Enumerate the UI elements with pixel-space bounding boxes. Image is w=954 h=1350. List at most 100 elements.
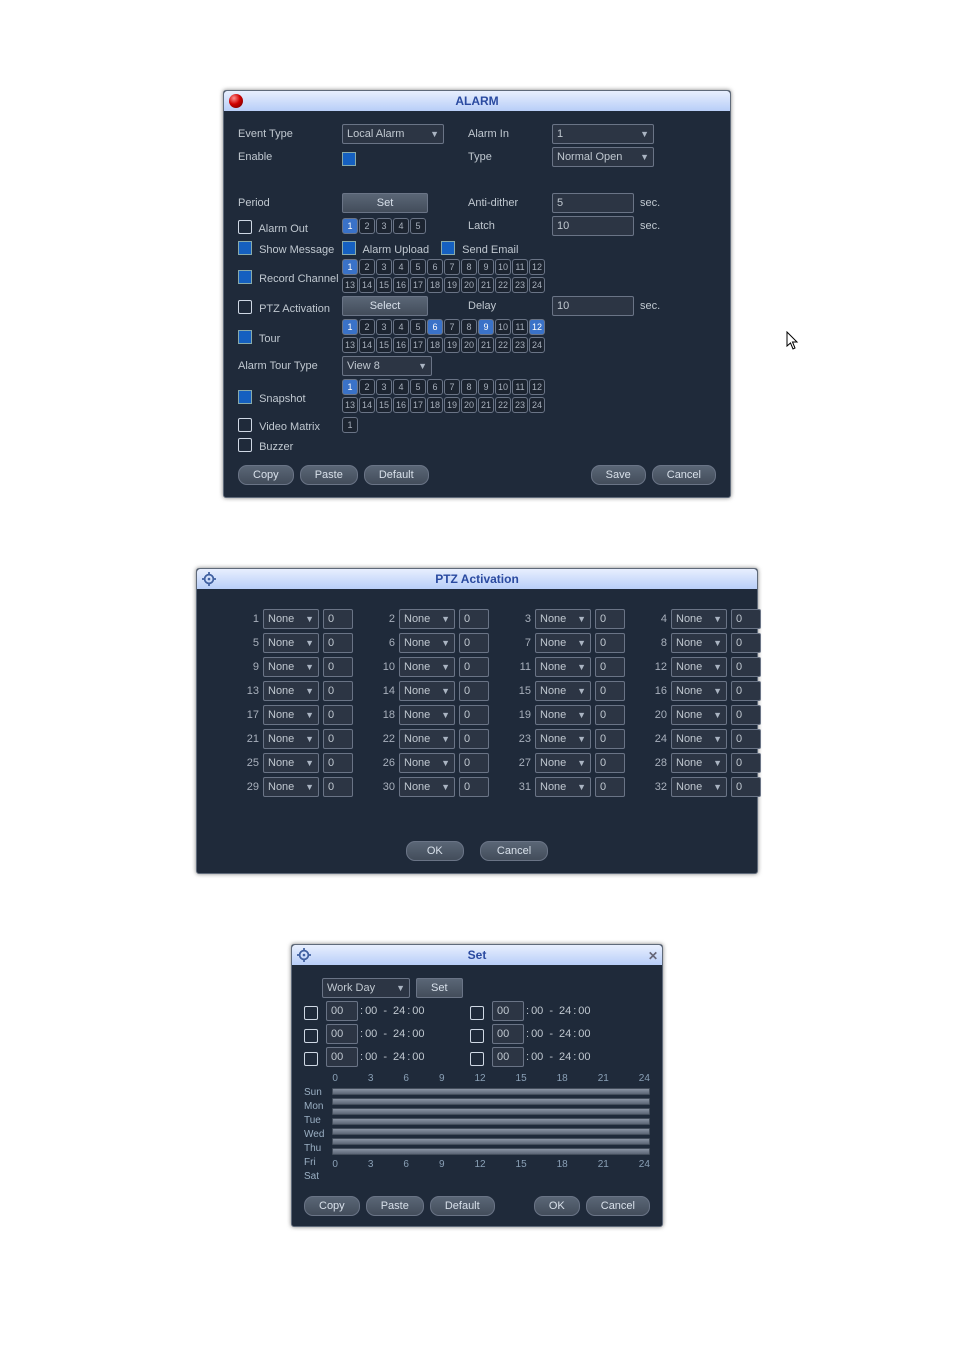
channel-21[interactable]: 21: [478, 277, 494, 293]
ptz-mode-select[interactable]: None▼: [263, 681, 319, 701]
ptz-value-input[interactable]: 0: [731, 609, 761, 629]
channel-11[interactable]: 11: [512, 259, 528, 275]
channel-5[interactable]: 5: [410, 218, 426, 234]
ok-button[interactable]: OK: [534, 1196, 580, 1216]
delay-input[interactable]: 10: [552, 296, 634, 316]
time-m2[interactable]: 00: [578, 1051, 590, 1063]
time-m2[interactable]: 00: [578, 1028, 590, 1040]
ok-button[interactable]: OK: [406, 841, 464, 861]
channel-16[interactable]: 16: [393, 277, 409, 293]
channel-9[interactable]: 9: [478, 259, 494, 275]
time-m2[interactable]: 00: [412, 1051, 424, 1063]
show-message-check[interactable]: [238, 241, 252, 255]
channel-4[interactable]: 4: [393, 319, 409, 335]
channel-15[interactable]: 15: [376, 277, 392, 293]
ptz-mode-select[interactable]: None▼: [671, 609, 727, 629]
ptz-value-input[interactable]: 0: [731, 657, 761, 677]
channel-11[interactable]: 11: [512, 319, 528, 335]
channel-13[interactable]: 13: [342, 277, 358, 293]
channel-9[interactable]: 9: [478, 379, 494, 395]
channel-9[interactable]: 9: [478, 319, 494, 335]
channel-7[interactable]: 7: [444, 259, 460, 275]
channel-24[interactable]: 24: [529, 397, 545, 413]
channel-12[interactable]: 12: [529, 379, 545, 395]
ptz-mode-select[interactable]: None▼: [671, 705, 727, 725]
channel-14[interactable]: 14: [359, 277, 375, 293]
ptz-mode-select[interactable]: None▼: [399, 681, 455, 701]
ptz-value-input[interactable]: 0: [459, 681, 489, 701]
ptz-mode-select[interactable]: None▼: [535, 633, 591, 653]
ptz-value-input[interactable]: 0: [731, 753, 761, 773]
channel-22[interactable]: 22: [495, 337, 511, 353]
channel-2[interactable]: 2: [359, 379, 375, 395]
ptz-mode-select[interactable]: None▼: [399, 609, 455, 629]
period-check[interactable]: [304, 1052, 318, 1066]
ptz-mode-select[interactable]: None▼: [263, 729, 319, 749]
ptz-mode-select[interactable]: None▼: [535, 681, 591, 701]
latch-input[interactable]: 10: [552, 216, 634, 236]
schedule-bar[interactable]: [332, 1098, 650, 1105]
time-h2[interactable]: 24: [559, 1005, 571, 1017]
time-h2[interactable]: 24: [393, 1051, 405, 1063]
ptz-mode-select[interactable]: None▼: [263, 705, 319, 725]
time-m2[interactable]: 00: [412, 1028, 424, 1040]
time-h2[interactable]: 24: [393, 1005, 405, 1017]
channel-17[interactable]: 17: [410, 277, 426, 293]
channel-6[interactable]: 6: [427, 319, 443, 335]
ptz-value-input[interactable]: 0: [459, 609, 489, 629]
channel-20[interactable]: 20: [461, 397, 477, 413]
channel-6[interactable]: 6: [427, 379, 443, 395]
enable-check[interactable]: [342, 152, 356, 166]
ptz-mode-select[interactable]: None▼: [671, 777, 727, 797]
ptz-mode-select[interactable]: None▼: [535, 609, 591, 629]
ptz-mode-select[interactable]: None▼: [671, 729, 727, 749]
schedule-bar[interactable]: [332, 1108, 650, 1115]
ptz-value-input[interactable]: 0: [459, 657, 489, 677]
channel-11[interactable]: 11: [512, 379, 528, 395]
ptz-mode-select[interactable]: None▼: [263, 633, 319, 653]
channel-10[interactable]: 10: [495, 319, 511, 335]
time-h[interactable]: 00: [326, 1001, 358, 1021]
channel-18[interactable]: 18: [427, 337, 443, 353]
channel-4[interactable]: 4: [393, 379, 409, 395]
channel-2[interactable]: 2: [359, 218, 375, 234]
period-check[interactable]: [304, 1006, 318, 1020]
time-h2[interactable]: 24: [559, 1028, 571, 1040]
period-check[interactable]: [304, 1029, 318, 1043]
ptz-value-input[interactable]: 0: [459, 705, 489, 725]
channel-10[interactable]: 10: [495, 259, 511, 275]
channel-24[interactable]: 24: [529, 337, 545, 353]
paste-button[interactable]: Paste: [300, 465, 358, 485]
snapshot-check[interactable]: [238, 390, 252, 404]
time-h[interactable]: 00: [492, 1024, 524, 1044]
time-m2[interactable]: 00: [578, 1005, 590, 1017]
channel-3[interactable]: 3: [376, 319, 392, 335]
time-h[interactable]: 00: [492, 1001, 524, 1021]
ptz-mode-select[interactable]: None▼: [535, 729, 591, 749]
time-h2[interactable]: 24: [559, 1051, 571, 1063]
channel-19[interactable]: 19: [444, 337, 460, 353]
ptz-mode-select[interactable]: None▼: [671, 633, 727, 653]
record-channels[interactable]: 123456789101112131415161718192021222324: [342, 259, 582, 293]
channel-14[interactable]: 14: [359, 337, 375, 353]
ptz-value-input[interactable]: 0: [323, 753, 353, 773]
day-select[interactable]: Work Day ▼: [322, 978, 410, 998]
ptz-value-input[interactable]: 0: [459, 777, 489, 797]
period-check[interactable]: [470, 1029, 484, 1043]
cancel-button[interactable]: Cancel: [652, 465, 716, 485]
ptz-value-input[interactable]: 0: [595, 777, 625, 797]
channel-5[interactable]: 5: [410, 319, 426, 335]
channel-2[interactable]: 2: [359, 259, 375, 275]
ptz-mode-select[interactable]: None▼: [263, 777, 319, 797]
channel-13[interactable]: 13: [342, 397, 358, 413]
channel-20[interactable]: 20: [461, 277, 477, 293]
ptz-mode-select[interactable]: None▼: [399, 729, 455, 749]
time-h2[interactable]: 24: [393, 1028, 405, 1040]
channel-15[interactable]: 15: [376, 337, 392, 353]
ptz-value-input[interactable]: 0: [595, 633, 625, 653]
cancel-button[interactable]: Cancel: [480, 841, 548, 861]
send-email-check[interactable]: [441, 241, 455, 255]
alarm-out-check[interactable]: [238, 220, 252, 234]
ptz-mode-select[interactable]: None▼: [535, 705, 591, 725]
ptz-mode-select[interactable]: None▼: [671, 753, 727, 773]
